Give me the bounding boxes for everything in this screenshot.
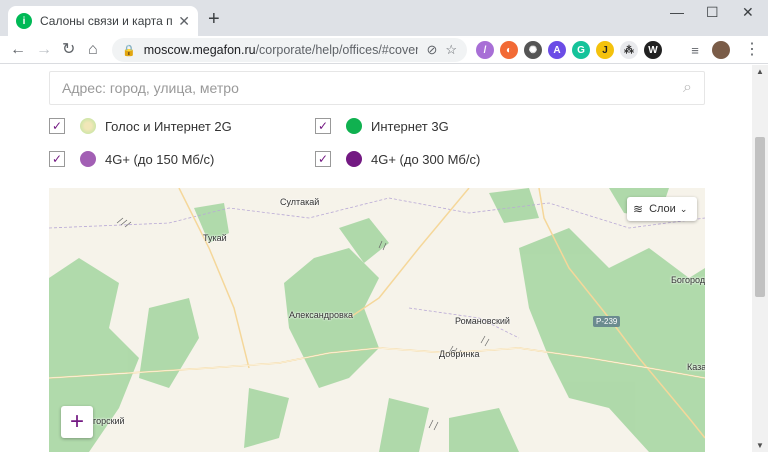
- legend-3g-icon: [346, 118, 362, 134]
- bookmark-star-icon[interactable]: ☆: [445, 42, 457, 58]
- address-bar[interactable]: 🔒 moscow.megafon.ru/corporate/help/offic…: [112, 38, 467, 62]
- map-label-gorsky: горский: [93, 416, 125, 426]
- legend-4g-150-label: 4G+ (до 150 Мб/с): [105, 152, 215, 167]
- map-label-sultakai: Султакай: [280, 197, 320, 207]
- browser-tab[interactable]: i Салоны связи и карта покрытия ✕: [8, 6, 198, 36]
- home-icon[interactable]: ⌂: [88, 40, 98, 60]
- reload-icon[interactable]: ↻: [62, 40, 75, 60]
- legend-4g-150-icon: [80, 151, 96, 167]
- back-icon[interactable]: ←: [10, 40, 26, 60]
- page-content: Адрес: город, улица, метро ⌕ ✓ Голос и И…: [0, 65, 752, 452]
- maximize-icon[interactable]: ☐: [706, 4, 719, 21]
- url-path: /corporate/help/offices/#cover...: [255, 43, 419, 57]
- yellow-extension-icon[interactable]: J: [596, 41, 614, 59]
- close-tab-icon[interactable]: ✕: [178, 13, 190, 30]
- new-tab-icon[interactable]: +: [208, 9, 220, 29]
- search-placeholder: Адрес: город, улица, метро: [62, 80, 239, 96]
- menu-icon[interactable]: ⋮: [744, 40, 760, 60]
- map-label-bogorod: Богород: [671, 275, 705, 285]
- lock-icon: 🔒: [122, 44, 136, 57]
- coverage-map[interactable]: Султакай Тукай Александровка Романовский…: [49, 188, 705, 452]
- profile-avatar[interactable]: [712, 41, 730, 59]
- close-window-icon[interactable]: ✕: [742, 4, 754, 21]
- map-label-romanovsky: Романовский: [455, 316, 510, 326]
- search-icon[interactable]: ⌕: [683, 79, 692, 97]
- title-bar: i Салоны связи и карта покрытия ✕ + — ☐ …: [0, 0, 768, 36]
- checkbox-4g-300[interactable]: ✓: [315, 151, 331, 167]
- zoom-in-button[interactable]: +: [61, 406, 93, 438]
- translate-extension-icon[interactable]: ⁂: [620, 41, 638, 59]
- ao-extension-icon[interactable]: A: [548, 41, 566, 59]
- chevron-down-icon: ⌄: [679, 203, 688, 214]
- scroll-down-icon[interactable]: ▼: [756, 441, 764, 450]
- playlist-icon[interactable]: ≡: [686, 41, 704, 59]
- address-search-input[interactable]: Адрес: город, улица, метро ⌕: [49, 71, 705, 105]
- layers-icon: ≋: [633, 202, 644, 216]
- checkbox-4g-150[interactable]: ✓: [49, 151, 65, 167]
- browser-toolbar: ← → ↻ ⌂ 🔒 moscow.megafon.ru/corporate/he…: [0, 36, 768, 64]
- forward-icon[interactable]: →: [36, 40, 52, 60]
- legend-2g-label: Голос и Интернет 2G: [105, 119, 232, 134]
- road-badge: Р-239: [593, 316, 621, 327]
- map-label-dobrinka: Добринка: [439, 349, 480, 359]
- legend-4g-300-label: 4G+ (до 300 Мб/с): [371, 152, 481, 167]
- scroll-up-icon[interactable]: ▲: [756, 67, 764, 76]
- feather-extension-icon[interactable]: /: [476, 41, 494, 59]
- map-label-aleksandrovka: Александровка: [289, 310, 353, 320]
- megafon-favicon-icon: i: [16, 13, 32, 29]
- layers-button[interactable]: ≋ Слои ⌄: [627, 197, 697, 221]
- page-scrollbar[interactable]: ▲ ▼: [752, 65, 768, 452]
- legend-2g-icon: [80, 118, 96, 134]
- checkbox-3g[interactable]: ✓: [315, 118, 331, 134]
- location-blocked-icon[interactable]: ⊘: [426, 42, 437, 58]
- scroll-thumb[interactable]: [755, 137, 765, 297]
- legend-4g-300-icon: [346, 151, 362, 167]
- minimize-icon[interactable]: —: [670, 4, 684, 20]
- w-extension-icon[interactable]: W: [644, 41, 662, 59]
- map-label-tukai: Тукай: [203, 233, 227, 243]
- layers-label: Слои: [649, 203, 676, 215]
- map-label-kaza: Каза: [687, 362, 705, 372]
- checkbox-2g[interactable]: ✓: [49, 118, 65, 134]
- tab-title: Салоны связи и карта покрытия: [40, 14, 173, 28]
- orange-extension-icon[interactable]: ◐: [500, 41, 518, 59]
- url-domain: moscow.megafon.ru: [143, 43, 256, 57]
- legend-3g-label: Интернет 3G: [371, 119, 449, 134]
- gear-extension-icon[interactable]: ✺: [524, 41, 542, 59]
- grammarly-icon[interactable]: G: [572, 41, 590, 59]
